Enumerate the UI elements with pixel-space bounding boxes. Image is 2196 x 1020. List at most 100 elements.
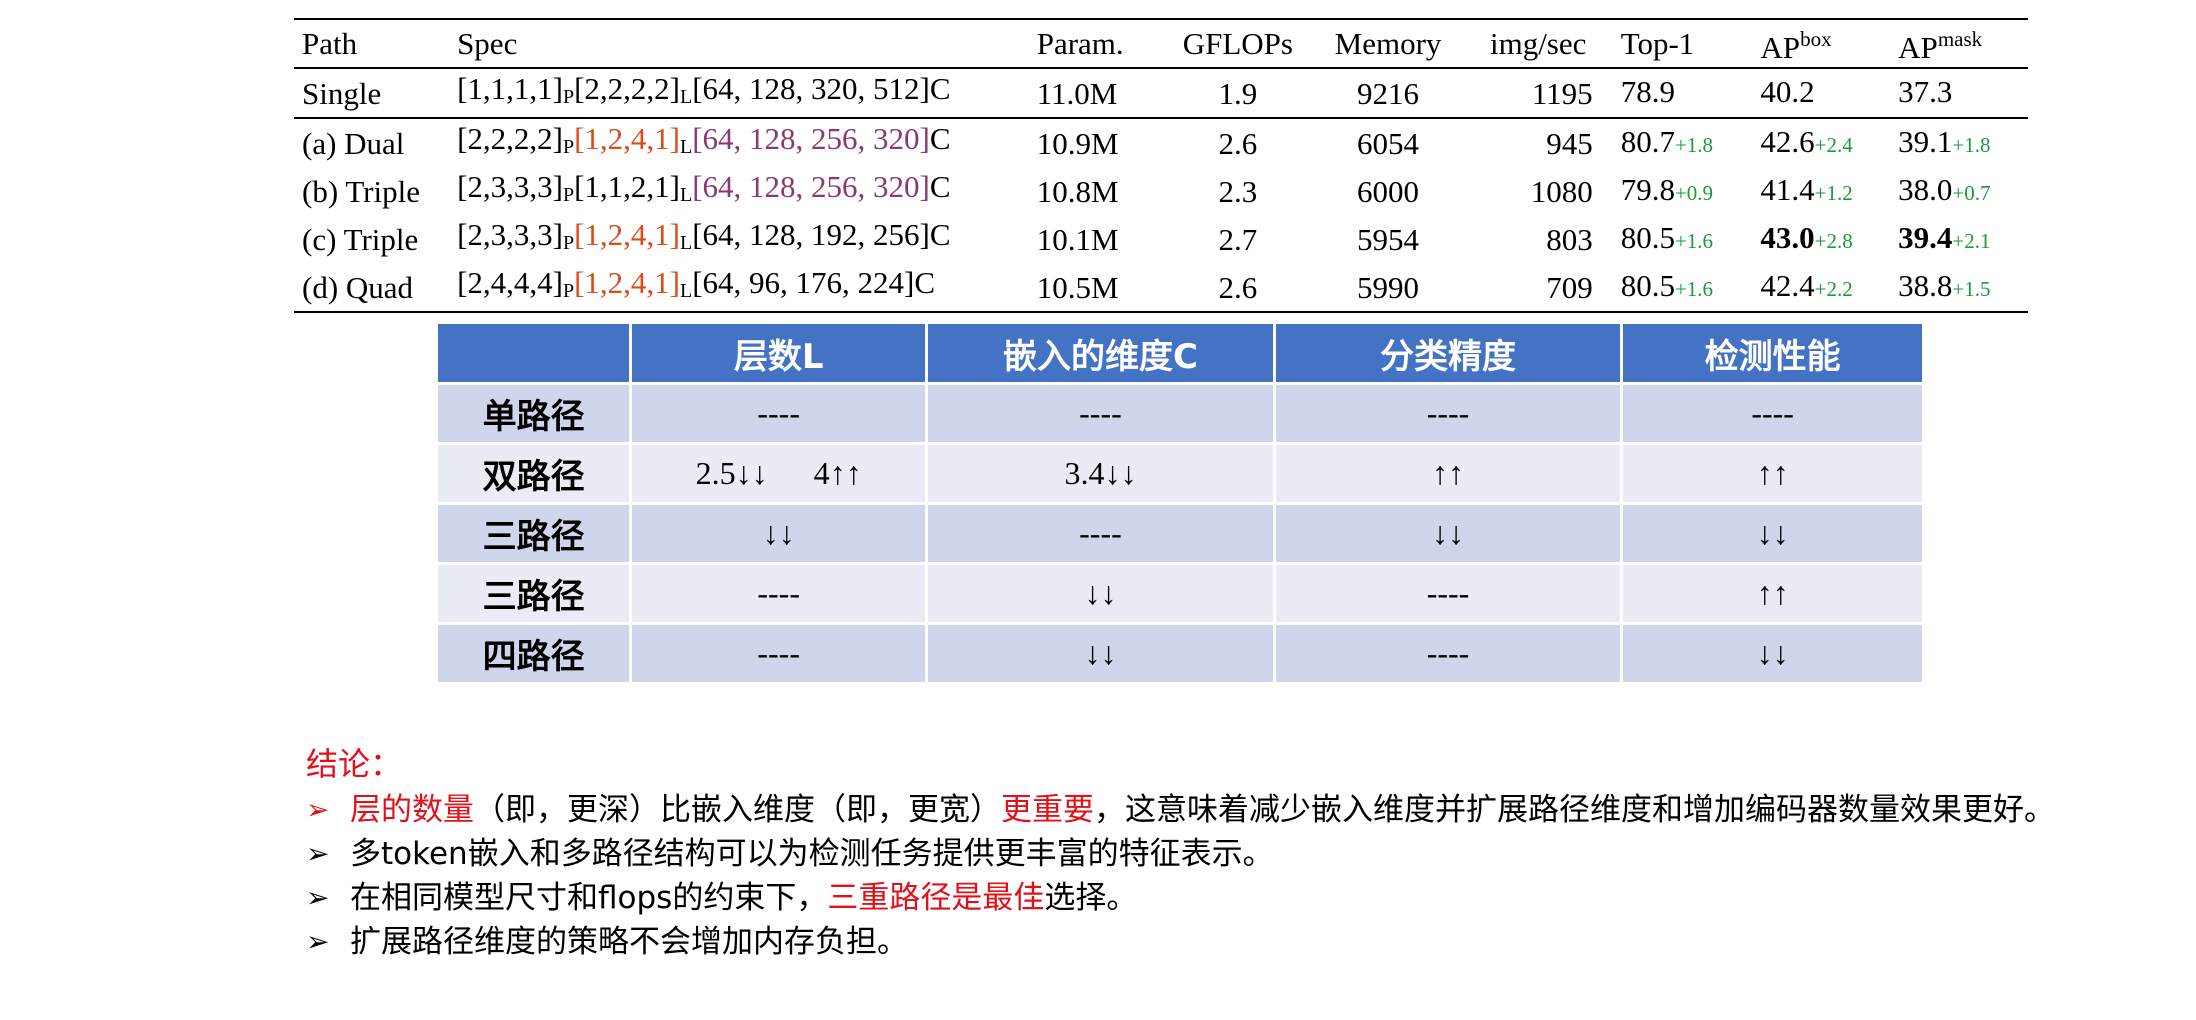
comparison-cell-detection: ↑↑ — [1623, 565, 1922, 622]
cell-apmask: 37.3 — [1890, 68, 2028, 118]
spec-c: [64, 96, 176, 224] — [692, 265, 915, 300]
comparison-row: 单路径 ---- ---- ---- ---- — [438, 385, 1922, 442]
spec-p: [2,3,3,3] — [457, 169, 563, 204]
comparison-row-name: 双路径 — [438, 445, 630, 502]
cell-param: 10.8M — [1036, 173, 1119, 209]
top1-delta: +1.8 — [1674, 132, 1714, 157]
conclusion-bullet-1: ➢ 层的数量（即，更深）比嵌入维度（即，更宽）更重要，这意味着减少嵌入维度并扩展… — [306, 788, 2186, 832]
cell-memory: 6054 — [1357, 125, 1420, 161]
cell-top1: 80.7+1.8 — [1613, 118, 1753, 167]
apbox-delta: +2.4 — [1814, 132, 1853, 157]
comparison-row: 三路径 ---- ↓↓ ---- ↑↑ — [438, 565, 1922, 622]
cell-path: (d) Quad — [302, 269, 414, 305]
cell-top1: 79.8+0.9 — [1613, 167, 1753, 215]
comparison-cell-embed-dim: ↓↓ — [928, 625, 1273, 682]
results-row: (c) Triple [2,3,3,3]P[1,2,4,1]L[64, 128,… — [294, 215, 2028, 263]
conclusion-bullet-3: ➢ 在相同模型尺寸和flops的约束下，三重路径是最佳选择。 — [306, 876, 2186, 920]
header-imgsec: img/sec — [1489, 26, 1587, 61]
spec-l-tag: L — [680, 136, 693, 158]
apbox-value: 42.4 — [1760, 267, 1815, 303]
spec-p: [2,2,2,2] — [457, 121, 563, 156]
comparison-header-corner — [438, 324, 630, 382]
conclusion-section: 结论： ➢ 层的数量（即，更深）比嵌入维度（即，更宽）更重要，这意味着减少嵌入维… — [306, 742, 2186, 964]
apmask-value: 37.3 — [1898, 73, 1953, 109]
bullet-arrow-icon: ➢ — [306, 881, 330, 914]
spec-l: [1,1,2,1] — [574, 169, 680, 204]
comparison-header-classification: 分类精度 — [1275, 324, 1621, 382]
results-row: (a) Dual [2,2,2,2]P[1,2,4,1]L[64, 128, 2… — [294, 118, 2028, 167]
bullet-3-part-1: 在相同模型尺寸和flops的约束下， — [350, 880, 828, 916]
cell-apmask: 38.0+0.7 — [1890, 167, 2028, 215]
spec-p: [2,3,3,3] — [457, 217, 563, 252]
spec-l: [1,2,4,1] — [574, 121, 680, 156]
conclusion-heading: 结论： — [306, 745, 403, 783]
cell-top1: 80.5+1.6 — [1613, 263, 1753, 312]
spec-l-tag: L — [680, 232, 693, 254]
header-apmask-base: AP — [1898, 30, 1938, 65]
cell-param: 10.9M — [1036, 125, 1119, 161]
cell-imgsec: 945 — [1546, 125, 1593, 161]
spec-p-tag: P — [562, 136, 575, 158]
top1-delta: +1.6 — [1674, 228, 1714, 253]
comparison-cell-classification: ---- — [1275, 385, 1621, 442]
cell-memory: 5990 — [1357, 269, 1420, 305]
comparison-row-name: 三路径 — [438, 505, 630, 562]
cell-gflops: 2.6 — [1218, 125, 1258, 161]
apbox-value: 41.4 — [1760, 171, 1815, 207]
comparison-cell-layers: 2.5↓↓ 4↑↑ — [632, 445, 926, 502]
bullet-arrow-icon: ➢ — [306, 925, 330, 958]
bullet-arrow-icon: ➢ — [306, 793, 330, 826]
comparison-cell-classification: ↓↓ — [1275, 505, 1621, 562]
header-apbox-base: AP — [1760, 30, 1801, 65]
spec-p: [2,4,4,4] — [457, 265, 563, 300]
header-apmask-sup: mask — [1937, 27, 1983, 51]
apbox-value: 42.6 — [1760, 123, 1815, 159]
spec-l-tag: L — [680, 184, 693, 206]
comparison-cell-layers: ---- — [632, 565, 926, 622]
apmask-value: 39.1 — [1898, 123, 1953, 159]
conclusion-bullet-4: ➢ 扩展路径维度的策略不会增加内存负担。 — [306, 920, 2186, 964]
spec-c-tag: C — [914, 265, 936, 300]
cell-memory: 5954 — [1357, 221, 1420, 257]
spec-c-tag: C — [929, 121, 951, 156]
results-row: (b) Triple [2,3,3,3]P[1,1,2,1]L[64, 128,… — [294, 167, 2028, 215]
comparison-header-embed-dim: 嵌入的维度C — [928, 324, 1273, 382]
top1-value: 79.8 — [1620, 171, 1675, 207]
spec-c-tag: C — [929, 71, 951, 106]
cell-top1: 80.5+1.6 — [1613, 215, 1753, 263]
comparison-row-name: 三路径 — [438, 565, 630, 622]
apmask-delta: +1.5 — [1952, 276, 1991, 301]
cell-path: (b) Triple — [302, 173, 420, 209]
comparison-cell-detection: ↓↓ — [1623, 625, 1922, 682]
cell-spec: [2,2,2,2]P[1,2,4,1]L[64, 128, 256, 320]C — [449, 118, 1029, 167]
top1-value: 80.5 — [1620, 219, 1675, 255]
comparison-header-detection: 检测性能 — [1623, 324, 1922, 382]
cell-gflops: 2.3 — [1218, 173, 1258, 209]
cell-param: 11.0M — [1036, 75, 1118, 111]
comparison-cell-layers: ---- — [632, 625, 926, 682]
cell-apbox: 41.4+1.2 — [1752, 167, 1890, 215]
apmask-value: 38.8 — [1898, 267, 1953, 303]
cell-path: (a) Dual — [302, 125, 405, 161]
cell-path: (c) Triple — [302, 221, 419, 257]
spec-l-tag: L — [680, 86, 693, 108]
spec-p: [1,1,1,1] — [457, 71, 563, 106]
layers-value-a: ---- — [757, 635, 800, 671]
cell-apmask: 39.1+1.8 — [1890, 118, 2028, 167]
spec-l: [1,2,4,1] — [574, 217, 680, 252]
comparison-cell-embed-dim: ---- — [928, 505, 1273, 562]
cell-apmask: 38.8+1.5 — [1890, 263, 2028, 312]
comparison-cell-layers: ↓↓ — [632, 505, 926, 562]
cell-param: 10.5M — [1036, 269, 1119, 305]
results-row: Single [1,1,1,1]P[2,2,2,2]L[64, 128, 320… — [294, 68, 2028, 118]
top1-delta: +1.6 — [1674, 276, 1714, 301]
bullet-1-part-1: （即，更深）比嵌入维度（即，更宽） — [474, 792, 1001, 828]
cell-imgsec: 1195 — [1531, 75, 1593, 111]
apmask-delta: +0.7 — [1952, 180, 1991, 205]
highlight-more-important: 更重要 — [1001, 792, 1094, 828]
cell-imgsec: 709 — [1546, 269, 1593, 305]
top1-value: 78.9 — [1620, 73, 1675, 109]
apmask-value: 38.0 — [1898, 171, 1953, 207]
header-apmask: APmask — [1890, 19, 2028, 68]
header-apbox-sup: box — [1800, 27, 1832, 51]
